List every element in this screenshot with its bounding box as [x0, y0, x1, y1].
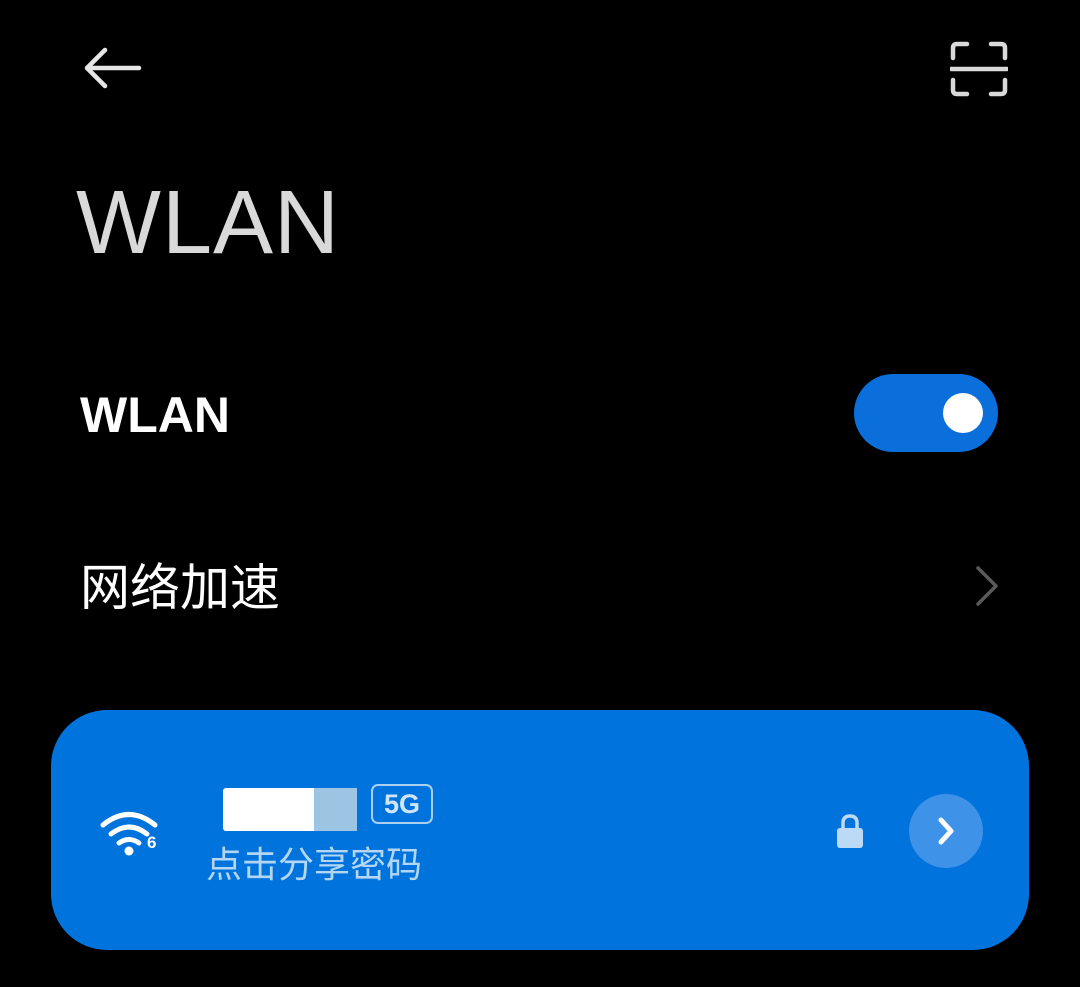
network-acceleration-row[interactable]: 网络加速 — [0, 530, 1080, 645]
band-badge: 5G — [371, 784, 433, 824]
ssid-redaction-block — [223, 788, 314, 831]
scan-button[interactable] — [936, 26, 1022, 112]
wlan-label: WLAN — [80, 387, 230, 443]
network-ssid-redacted — [223, 788, 357, 831]
chevron-right-icon — [938, 817, 954, 845]
arrow-left-icon — [84, 47, 142, 89]
page-title: WLAN — [76, 173, 341, 273]
ssid-redaction-fade — [314, 788, 357, 831]
connected-network-card[interactable]: 6 5G 点击分享密码 — [51, 710, 1029, 950]
network-acceleration-label: 网络加速 — [80, 559, 280, 617]
wifi-generation-badge: 6 — [147, 833, 157, 852]
share-password-label[interactable]: 点击分享密码 — [206, 844, 422, 888]
wlan-toggle[interactable] — [854, 374, 998, 452]
network-detail-button[interactable] — [909, 794, 983, 868]
chevron-right-icon — [976, 566, 998, 606]
wlan-toggle-row[interactable]: WLAN — [0, 360, 1080, 470]
top-app-bar — [0, 0, 1080, 140]
back-button[interactable] — [70, 32, 154, 104]
lock-icon — [837, 814, 863, 848]
toggle-knob — [943, 393, 983, 433]
scan-frame-icon — [950, 41, 1008, 97]
